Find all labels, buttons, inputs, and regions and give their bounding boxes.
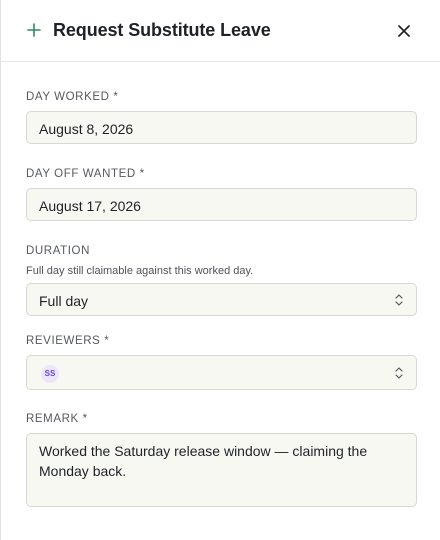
required-mark: * xyxy=(113,91,119,103)
plus-icon xyxy=(27,23,41,37)
day-off-field[interactable]: August 17, 2026 xyxy=(26,188,417,221)
day-worked-label: DAY WORKED * xyxy=(26,91,119,103)
chevron-up-down-icon xyxy=(395,366,403,379)
remark-textarea[interactable]: Worked the Saturday release window — cla… xyxy=(26,433,417,507)
required-mark: * xyxy=(82,413,88,425)
duration-value: Full day xyxy=(39,293,89,309)
chevron-up-down-icon xyxy=(395,293,403,306)
close-icon[interactable] xyxy=(393,20,415,42)
reviewers-select[interactable]: SS xyxy=(26,355,417,390)
day-off-label: DAY OFF WANTED * xyxy=(26,168,145,180)
reviewers-label: REVIEWERS * xyxy=(26,335,110,347)
duration-select[interactable]: Full day xyxy=(26,283,417,316)
required-mark: * xyxy=(104,335,110,347)
day-worked-value: August 8, 2026 xyxy=(39,121,134,137)
day-off-value: August 17, 2026 xyxy=(39,198,141,214)
duration-hint: Full day still claimable against this wo… xyxy=(26,265,254,277)
day-worked-field[interactable]: August 8, 2026 xyxy=(26,111,417,144)
reviewer-avatar[interactable]: SS xyxy=(41,365,59,383)
duration-label: DURATION xyxy=(26,245,91,257)
panel-header: Request Substitute Leave xyxy=(1,0,440,62)
panel-title: Request Substitute Leave xyxy=(53,20,271,40)
required-mark: * xyxy=(139,168,145,180)
remark-value: Worked the Saturday release window — cla… xyxy=(39,443,368,479)
remark-label: REMARK * xyxy=(26,413,88,425)
substitute-leave-panel: Request Substitute Leave DAY WORKED * Au… xyxy=(0,0,440,540)
